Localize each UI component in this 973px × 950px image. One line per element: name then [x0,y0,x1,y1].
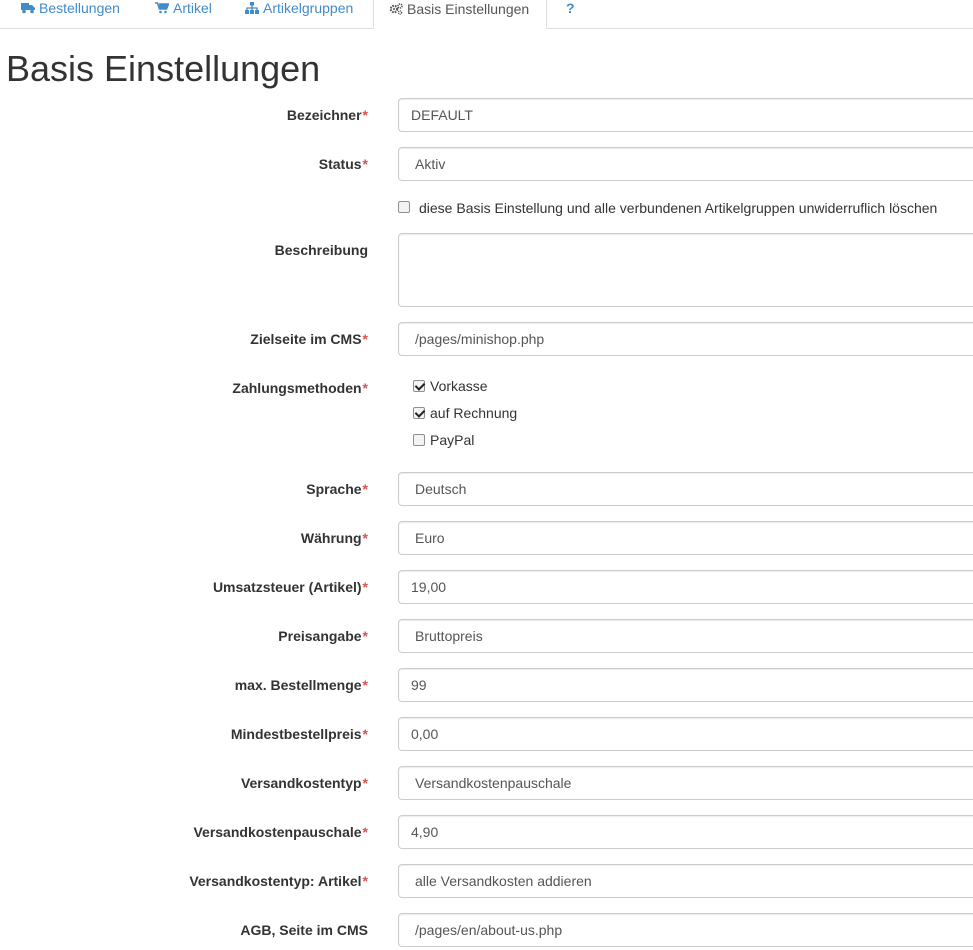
versandkostenpauschale-input[interactable] [398,815,973,849]
agb-select[interactable]: /pages/en/about-us.php [398,913,973,947]
paypal-label: PayPal [430,432,475,448]
nav-tabs: Bestellungen Artikel Artikelgruppen Basi… [0,0,973,29]
cart-icon [155,0,170,21]
status-select[interactable]: Aktiv [398,147,973,181]
mindestbestellpreis-input[interactable] [398,717,973,751]
auf-rechnung-checkbox[interactable] [413,407,425,419]
label-sprache: Sprache* [306,481,368,497]
bezeichner-input[interactable] [398,98,973,132]
label-versandkostentyp-artikel: Versandkostentyp: Artikel* [189,873,368,889]
page-title: Basis Einstellungen [6,48,321,89]
gears-icon [389,0,403,22]
max-bestellmenge-input[interactable] [398,668,973,702]
tab-bestellungen[interactable]: Bestellungen [21,0,120,29]
vorkasse-checkbox[interactable] [413,380,425,392]
label-zahlungsmethoden: Zahlungsmethoden* [232,380,368,396]
beschreibung-textarea[interactable] [398,233,973,307]
vorkasse-label: Vorkasse [430,378,488,394]
zielseite-select[interactable]: /pages/minishop.php [398,322,973,356]
label-status: Status* [318,156,368,172]
label-zielseite: Zielseite im CMS* [250,331,368,347]
label-agb: AGB, Seite im CMS [240,922,368,938]
label-mindestbestellpreis: Mindestbestellpreis* [230,726,368,742]
tab-artikel[interactable]: Artikel [155,0,212,29]
tab-help[interactable]: ? [566,0,575,29]
label-waehrung: Währung* [300,530,368,546]
tab-label: Artikel [173,0,212,16]
label-versandkostentyp: Versandkostentyp* [240,775,368,791]
truck-icon [21,0,35,21]
versandkostentyp-select[interactable]: Versandkostenpauschale [398,766,973,800]
tab-label: Artikelgruppen [263,0,354,16]
tab-artikelgruppen[interactable]: Artikelgruppen [245,0,353,29]
tab-label: Basis Einstellungen [407,1,530,17]
auf-rechnung-label: auf Rechnung [430,405,518,421]
versandkostentyp-artikel-select[interactable]: alle Versandkosten addieren [398,864,973,898]
label-bezeichner: Bezeichner* [286,107,368,123]
umsatzsteuer-input[interactable] [398,570,973,604]
preisangabe-select[interactable]: Bruttopreis [398,619,973,653]
sprache-select[interactable]: Deutsch [398,472,973,506]
tab-label: Bestellungen [39,0,120,16]
delete-checkbox-label: diese Basis Einstellung und alle verbund… [419,200,938,216]
label-umsatzsteuer: Umsatzsteuer (Artikel)* [212,579,368,595]
label-versandkostenpauschale: Versandkostenpauschale* [193,824,368,840]
tab-basis-einstellungen[interactable]: Basis Einstellungen [373,0,547,29]
delete-checkbox[interactable] [398,201,410,213]
label-max-bestellmenge: max. Bestellmenge* [234,677,368,693]
waehrung-select[interactable]: Euro [398,521,973,555]
label-preisangabe: Preisangabe* [278,628,368,644]
sitemap-icon [245,0,259,21]
label-beschreibung: Beschreibung [274,242,368,258]
paypal-checkbox[interactable] [413,434,425,446]
tab-label: ? [566,0,575,16]
